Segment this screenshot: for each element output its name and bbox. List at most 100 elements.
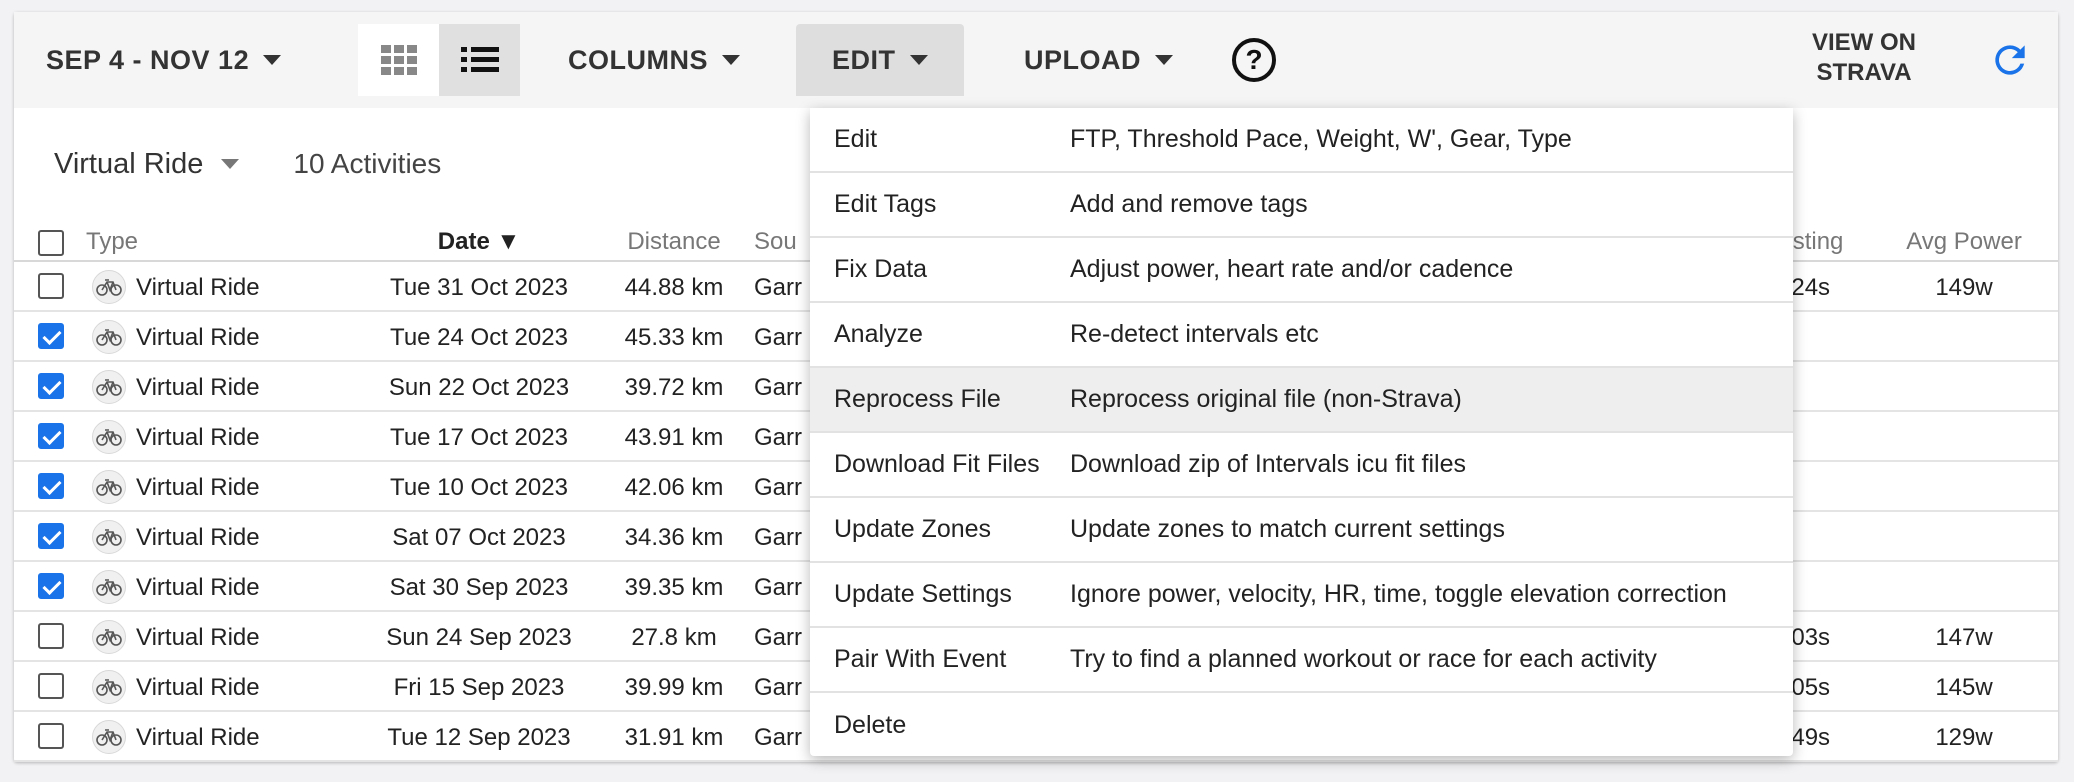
- bicycle-icon: [92, 720, 126, 754]
- col-distance-header[interactable]: Distance: [614, 228, 734, 256]
- cell-type: Virtual Ride: [136, 274, 260, 301]
- cell-type: Virtual Ride: [136, 374, 260, 401]
- menu-item-description: Add and remove tags: [1070, 190, 1308, 218]
- select-all-checkbox[interactable]: [38, 230, 64, 256]
- cell-date: Sat 07 Oct 2023: [392, 524, 566, 551]
- strava-label-line2: STRAVA: [1816, 59, 1912, 86]
- col-source-header[interactable]: Sou: [754, 228, 797, 256]
- toolbar: SEP 4 - NOV 12 COLUMNS EDIT UPLOAD ? VIE…: [14, 12, 2058, 108]
- cell-distance: 39.99 km: [624, 674, 724, 701]
- cell-source: Garr: [754, 424, 802, 451]
- activity-type-filter[interactable]: Virtual Ride: [54, 148, 240, 181]
- edit-menu-item[interactable]: Edit FTP, Threshold Pace, Weight, W', Ge…: [810, 108, 1793, 173]
- menu-item-label: Analyze: [834, 320, 923, 348]
- row-checkbox[interactable]: [38, 673, 64, 699]
- menu-item-label: Edit: [834, 125, 878, 153]
- edit-dropdown[interactable]: EDIT: [796, 24, 964, 96]
- cell-date: Sat 30 Sep 2023: [389, 574, 569, 601]
- edit-menu-item[interactable]: Download Fit Files Download zip of Inter…: [810, 433, 1793, 498]
- cell-date: Tue 10 Oct 2023: [390, 474, 568, 501]
- cell-type: Virtual Ride: [136, 574, 260, 601]
- edit-menu-item[interactable]: Update Zones Update zones to match curre…: [810, 498, 1793, 563]
- bicycle-icon: [92, 620, 126, 654]
- cell-avg-power: 145w: [1935, 674, 1993, 701]
- menu-item-description: Ignore power, velocity, HR, time, toggle…: [1070, 580, 1727, 608]
- view-on-strava-button[interactable]: VIEW ON STRAVA: [1804, 28, 1924, 88]
- cell-distance: 39.35 km: [624, 574, 724, 601]
- cell-source: Garr: [754, 624, 802, 651]
- edit-menu-item[interactable]: Pair With Event Try to find a planned wo…: [810, 628, 1793, 693]
- cell-distance: 45.33 km: [624, 324, 724, 351]
- list-view-button[interactable]: [439, 24, 520, 96]
- bicycle-icon: [92, 570, 126, 604]
- col-type-header[interactable]: Type: [86, 228, 138, 256]
- row-checkbox[interactable]: [38, 573, 64, 599]
- cell-distance: 43.91 km: [624, 424, 724, 451]
- edit-menu-item[interactable]: Analyze Re-detect intervals etc: [810, 303, 1793, 368]
- edit-menu-item[interactable]: Edit Tags Add and remove tags: [810, 173, 1793, 238]
- bicycle-icon: [92, 470, 126, 504]
- date-range-dropdown[interactable]: SEP 4 - NOV 12: [46, 24, 282, 96]
- columns-label: COLUMNS: [568, 44, 708, 75]
- edit-menu: Edit FTP, Threshold Pace, Weight, W', Ge…: [810, 108, 1793, 756]
- row-checkbox[interactable]: [38, 373, 64, 399]
- cell-distance: 39.72 km: [624, 374, 724, 401]
- upload-dropdown[interactable]: UPLOAD: [1024, 24, 1173, 96]
- strava-label-line1: VIEW ON: [1811, 29, 1916, 56]
- cell-avg-power: 149w: [1935, 274, 1993, 301]
- activities-panel: SEP 4 - NOV 12 COLUMNS EDIT UPLOAD ? VIE…: [14, 12, 2058, 762]
- activity-count: 10 Activities: [293, 148, 442, 179]
- edit-menu-item[interactable]: Update Settings Ignore power, velocity, …: [810, 563, 1793, 628]
- row-checkbox[interactable]: [38, 323, 64, 349]
- row-checkbox[interactable]: [38, 523, 64, 549]
- cell-source: Garr: [754, 274, 802, 301]
- edit-menu-item[interactable]: Fix Data Adjust power, heart rate and/or…: [810, 238, 1793, 303]
- cell-distance: 31.91 km: [624, 724, 724, 751]
- bicycle-icon: [92, 270, 126, 304]
- row-checkbox[interactable]: [38, 273, 64, 299]
- refresh-icon[interactable]: [1988, 38, 2032, 82]
- menu-item-label: Pair With Event: [834, 645, 1007, 673]
- menu-item-label: Update Settings: [834, 580, 1012, 608]
- cell-avg-power: 147w: [1935, 624, 1993, 651]
- row-checkbox[interactable]: [38, 423, 64, 449]
- cell-type: Virtual Ride: [136, 424, 260, 451]
- caret-down-icon: [722, 55, 740, 65]
- caret-down-icon: [1155, 55, 1173, 65]
- menu-item-description: Download zip of Intervals icu fit files: [1070, 450, 1467, 478]
- menu-item-description: Re-detect intervals etc: [1070, 320, 1319, 348]
- date-range-label: SEP 4 - NOV 12: [46, 44, 250, 75]
- menu-item-label: Download Fit Files: [834, 450, 1040, 478]
- caret-down-icon: [221, 159, 240, 169]
- bicycle-icon: [92, 320, 126, 354]
- edit-menu-item[interactable]: Reprocess File Reprocess original file (…: [810, 368, 1793, 433]
- columns-dropdown[interactable]: COLUMNS: [568, 24, 740, 96]
- row-checkbox[interactable]: [38, 723, 64, 749]
- cell-date: Tue 17 Oct 2023: [390, 424, 568, 451]
- bicycle-icon: [92, 420, 126, 454]
- upload-label: UPLOAD: [1024, 44, 1141, 75]
- grid-view-icon: [380, 45, 417, 75]
- cell-type: Virtual Ride: [136, 524, 260, 551]
- menu-item-label: Edit Tags: [834, 190, 937, 218]
- row-checkbox[interactable]: [38, 623, 64, 649]
- cell-type: Virtual Ride: [136, 474, 260, 501]
- cell-date: Tue 12 Sep 2023: [387, 724, 571, 751]
- cell-source: Garr: [754, 324, 802, 351]
- bicycle-icon: [92, 520, 126, 554]
- cell-date: Sun 22 Oct 2023: [388, 374, 570, 401]
- cell-type: Virtual Ride: [136, 724, 260, 751]
- cell-date: Fri 15 Sep 2023: [393, 674, 565, 701]
- cell-type: Virtual Ride: [136, 624, 260, 651]
- edit-menu-item[interactable]: Delete: [810, 693, 1793, 758]
- cell-source: Garr: [754, 374, 802, 401]
- list-view-icon: [460, 47, 499, 72]
- help-circle-icon[interactable]: ?: [1232, 38, 1276, 82]
- grid-view-button[interactable]: [358, 24, 439, 96]
- bicycle-icon: [92, 370, 126, 404]
- cell-distance: 42.06 km: [624, 474, 724, 501]
- col-date-header[interactable]: Date ▼: [324, 228, 634, 256]
- col-avg-power-header[interactable]: Avg Power: [1894, 228, 2034, 256]
- row-checkbox[interactable]: [38, 473, 64, 499]
- menu-item-description: Adjust power, heart rate and/or cadence: [1070, 255, 1514, 283]
